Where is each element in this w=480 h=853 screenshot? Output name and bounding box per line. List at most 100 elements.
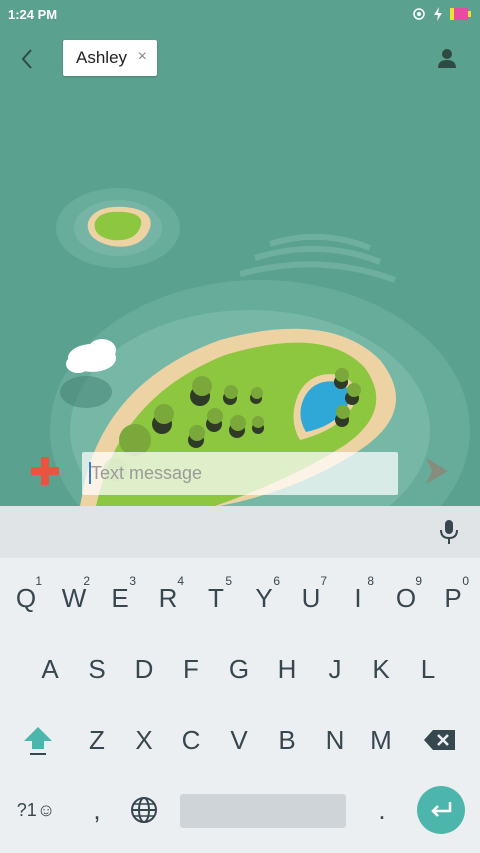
key-w[interactable]: W2 (50, 570, 98, 626)
symbols-label: ?1☺ (16, 799, 56, 820)
key-label: E (111, 582, 129, 613)
key-label: K (372, 653, 390, 684)
symbols-key[interactable]: ?1☺ (12, 782, 60, 838)
key-comma[interactable]: , (73, 782, 121, 838)
key-hint: 2 (83, 574, 90, 588)
globe-icon (131, 797, 157, 823)
key-label: B (278, 724, 296, 755)
key-hint: 7 (320, 574, 327, 588)
key-label: O (395, 582, 417, 613)
key-u[interactable]: U7 (287, 570, 335, 626)
key-x[interactable]: X (120, 712, 168, 768)
status-icons (412, 7, 472, 21)
key-hint: 0 (462, 574, 469, 588)
key-label: R (158, 582, 178, 613)
compose-bar (0, 446, 480, 502)
text-cursor (89, 462, 91, 484)
key-a[interactable]: A (26, 641, 74, 697)
language-key[interactable] (120, 782, 168, 838)
key-label: A (41, 653, 59, 684)
key-label: V (230, 724, 248, 755)
key-hint: 9 (415, 574, 422, 588)
key-r[interactable]: R4 (144, 570, 192, 626)
key-label: T (208, 582, 224, 613)
shift-key[interactable] (14, 712, 62, 768)
key-o[interactable]: O9 (382, 570, 430, 626)
key-label: U (301, 582, 321, 613)
backspace-key[interactable] (416, 712, 464, 768)
key-label: M (370, 724, 392, 755)
key-b[interactable]: B (263, 712, 311, 768)
key-label: , (93, 794, 101, 825)
key-label: C (181, 724, 201, 755)
key-label: N (325, 724, 345, 755)
key-label: P (444, 582, 462, 613)
chevron-left-icon (21, 49, 32, 69)
key-f[interactable]: F (167, 641, 215, 697)
message-input[interactable] (91, 463, 398, 484)
send-button[interactable] (420, 454, 454, 488)
voice-input-button[interactable] (436, 518, 462, 546)
contact-profile-button[interactable] (434, 46, 460, 72)
key-hint: 8 (367, 574, 374, 588)
key-label: . (378, 794, 386, 825)
sync-icon (413, 8, 425, 20)
key-label: Y (255, 582, 273, 613)
key-label: L (420, 653, 436, 684)
key-s[interactable]: S (73, 641, 121, 697)
recipient-chip[interactable]: Ashley × (63, 40, 157, 76)
key-label: I (354, 582, 362, 613)
charging-icon (434, 7, 442, 21)
key-n[interactable]: N (311, 712, 359, 768)
key-label: J (328, 653, 342, 684)
key-label: G (228, 653, 250, 684)
key-d[interactable]: D (120, 641, 168, 697)
key-g[interactable]: G (215, 641, 263, 697)
key-k[interactable]: K (357, 641, 405, 697)
enter-arrow-icon (431, 802, 452, 817)
key-hint: 1 (35, 574, 42, 588)
shift-icon (24, 727, 52, 755)
keyboard: Q1 W2 E3 R4 T5 Y6 U7 I8 O9 P0 A S D F G … (0, 506, 480, 853)
enter-button[interactable] (417, 786, 465, 834)
remove-recipient-icon[interactable]: × (138, 48, 147, 66)
person-icon (438, 49, 456, 68)
key-q[interactable]: Q1 (2, 570, 50, 626)
back-button[interactable] (12, 44, 42, 74)
recipient-name: Ashley (76, 48, 128, 67)
suggestion-strip (0, 506, 480, 558)
status-time: 1:24 PM (8, 6, 58, 22)
key-z[interactable]: Z (73, 712, 121, 768)
microphone-icon (440, 520, 458, 544)
key-label: S (88, 653, 106, 684)
send-arrow-icon (426, 458, 448, 484)
attach-button[interactable] (28, 454, 62, 488)
key-p[interactable]: P0 (429, 570, 477, 626)
key-m[interactable]: M (357, 712, 405, 768)
key-h[interactable]: H (263, 641, 311, 697)
key-j[interactable]: J (311, 641, 359, 697)
backspace-icon (424, 730, 455, 750)
key-label: Q (15, 582, 37, 613)
key-e[interactable]: E3 (96, 570, 144, 626)
key-hint: 3 (129, 574, 136, 588)
key-i[interactable]: I8 (334, 570, 382, 626)
key-label: F (183, 653, 199, 684)
status-bar: 1:24 PM (0, 0, 480, 28)
key-v[interactable]: V (215, 712, 263, 768)
key-label: Z (89, 724, 105, 755)
plus-icon (31, 457, 59, 485)
space-bar[interactable] (180, 794, 346, 828)
key-hint: 4 (177, 574, 184, 588)
message-input-container[interactable] (82, 452, 398, 495)
key-label: X (135, 724, 153, 755)
key-label: D (134, 653, 154, 684)
key-period[interactable]: . (358, 782, 406, 838)
battery-icon (450, 8, 471, 20)
key-hint: 6 (273, 574, 280, 588)
key-t[interactable]: T5 (192, 570, 240, 626)
key-c[interactable]: C (167, 712, 215, 768)
key-y[interactable]: Y6 (240, 570, 288, 626)
key-hint: 5 (225, 574, 232, 588)
key-l[interactable]: L (404, 641, 452, 697)
